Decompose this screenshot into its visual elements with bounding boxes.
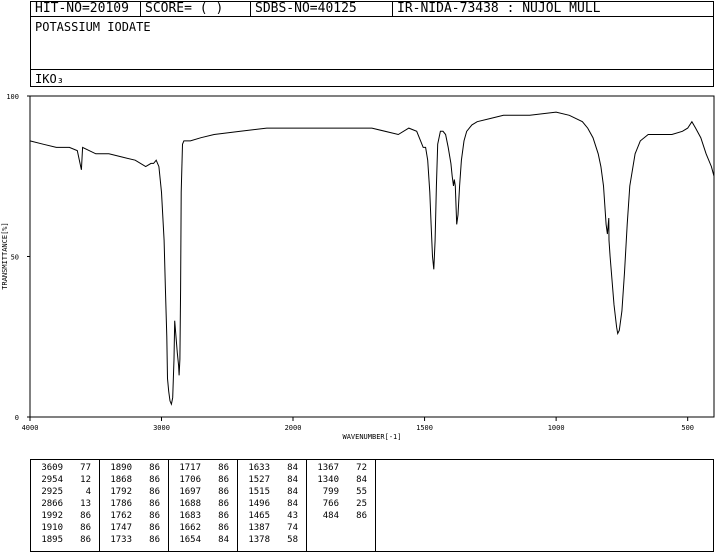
peak-transmittance: 86	[149, 523, 160, 533]
peak-wavenumber: 1747	[110, 523, 132, 533]
peak-transmittance: 25	[356, 499, 367, 509]
hit-number: HIT-NO=20109	[31, 2, 141, 16]
peak-column: 3609 77 2954 12 2925 4 2866 13 1992 86 1910 86 1895 8…	[31, 460, 100, 551]
x-tick-label: 4000	[22, 424, 39, 432]
peak-column: 1890 86 1868 86 1792 86 1786 86 1762 86 1747 86 1733…	[100, 460, 169, 551]
peak-wavenumber: 2866	[41, 499, 63, 509]
peak-wavenumber: 1890	[110, 463, 132, 473]
peak-column: 1633 84 1527 84 1515 84 1496 84 1465 43 1387 74 1378…	[238, 460, 307, 551]
peak-wavenumber: 1340	[317, 475, 339, 485]
x-tick-label: 1000	[548, 424, 565, 432]
peak-column: 1717 86 1706 86 1697 86 1688 86 1683 86 1662 86 1654…	[169, 460, 238, 551]
peak-transmittance: 84	[356, 475, 367, 485]
peak-wavenumber: 1367	[317, 463, 339, 473]
peak-wavenumber: 1895	[41, 535, 63, 545]
peak-wavenumber: 2925	[41, 487, 63, 497]
peak-transmittance: 86	[149, 475, 160, 485]
compound-name: POTASSIUM IODATE	[35, 20, 151, 34]
peak-transmittance: 86	[80, 535, 91, 545]
peak-transmittance: 74	[287, 523, 298, 533]
compound-box: POTASSIUM IODATE	[30, 16, 714, 70]
peak-transmittance: 72	[356, 463, 367, 473]
peak-wavenumber: 3609	[41, 463, 63, 473]
peak-wavenumber: 1717	[179, 463, 201, 473]
peak-wavenumber: 1697	[179, 487, 201, 497]
peak-wavenumber: 1662	[179, 523, 201, 533]
peak-transmittance: 84	[218, 535, 229, 545]
peak-table: 3609 77 2954 12 2925 4 2866 13 1992 86 1910 86 1895 8…	[30, 459, 714, 552]
y-axis-label: TRANSMITTANCE[%]	[1, 222, 9, 289]
peak-wavenumber: 1733	[110, 535, 132, 545]
header-bar: HIT-NO=20109 SCORE= ( ) SDBS-NO=40125 IR…	[30, 1, 714, 17]
peak-transmittance: 55	[356, 487, 367, 497]
peak-wavenumber: 1633	[248, 463, 270, 473]
y-tick-label: 0	[15, 414, 19, 422]
x-tick-label: 500	[681, 424, 694, 432]
x-tick-label: 3000	[153, 424, 170, 432]
peak-transmittance: 43	[287, 511, 298, 521]
peak-wavenumber: 1515	[248, 487, 270, 497]
peak-wavenumber: 1654	[179, 535, 201, 545]
peak-transmittance: 86	[218, 523, 229, 533]
peak-transmittance: 86	[149, 463, 160, 473]
peak-transmittance: 84	[287, 499, 298, 509]
score: SCORE= ( )	[141, 2, 251, 16]
y-tick-label: 50	[11, 254, 19, 262]
peak-transmittance: 58	[287, 535, 298, 545]
peak-transmittance: 86	[218, 475, 229, 485]
peak-wavenumber: 1762	[110, 511, 132, 521]
ir-spectrum-chart: 100500 4000 3000 2000 1500 1000 500 WAVENUMBE…	[1, 93, 715, 441]
peak-wavenumber: 1910	[41, 523, 63, 533]
peak-wavenumber: 1387	[248, 523, 270, 533]
peak-transmittance: 86	[80, 523, 91, 533]
peak-wavenumber: 1683	[179, 511, 201, 521]
peak-wavenumber: 1378	[248, 535, 270, 545]
peak-transmittance: 86	[80, 511, 91, 521]
peak-wavenumber: 1465	[248, 511, 270, 521]
peak-wavenumber: 766	[322, 499, 339, 509]
spectrum-line	[29, 111, 715, 406]
peak-wavenumber: 1786	[110, 499, 132, 509]
molecular-formula: IKO₃	[35, 72, 64, 86]
peak-wavenumber: 1688	[179, 499, 201, 509]
peak-transmittance: 86	[149, 487, 160, 497]
peak-wavenumber: 1706	[179, 475, 201, 485]
y-tick-label: 100	[6, 93, 19, 101]
peak-transmittance: 84	[287, 463, 298, 473]
peak-column: 1367 72 1340 84 799 55 766 25 484 86	[307, 460, 376, 551]
peak-wavenumber: 1992	[41, 511, 63, 521]
peak-wavenumber: 484	[322, 511, 339, 521]
peak-transmittance: 86	[218, 499, 229, 509]
peak-transmittance: 86	[218, 511, 229, 521]
peak-transmittance: 4	[85, 487, 91, 497]
peak-wavenumber: 1496	[248, 499, 270, 509]
peak-transmittance: 86	[149, 511, 160, 521]
ir-nida: IR-NIDA-73438 : NUJOL MULL	[397, 2, 601, 16]
peak-transmittance: 84	[287, 487, 298, 497]
peak-transmittance: 12	[80, 475, 91, 485]
peak-transmittance: 86	[218, 487, 229, 497]
x-axis-label: WAVENUMBER[-1]	[342, 433, 401, 441]
sdbs-number: SDBS-NO=40125	[251, 2, 393, 16]
peak-transmittance: 86	[356, 511, 367, 521]
peak-wavenumber: 799	[322, 487, 339, 497]
peak-transmittance: 84	[287, 475, 298, 485]
plot-frame	[29, 95, 715, 418]
peak-wavenumber: 1792	[110, 487, 132, 497]
peak-wavenumber: 1868	[110, 475, 132, 485]
peak-transmittance: 86	[149, 499, 160, 509]
peak-transmittance: 86	[149, 535, 160, 545]
x-tick-label: 2000	[285, 424, 302, 432]
formula-box: IKO₃	[30, 69, 714, 87]
peak-transmittance: 13	[80, 499, 91, 509]
peak-transmittance: 77	[80, 463, 91, 473]
peak-transmittance: 86	[218, 463, 229, 473]
peak-wavenumber: 1527	[248, 475, 270, 485]
x-tick-label: 1500	[416, 424, 433, 432]
peak-wavenumber: 2954	[41, 475, 63, 485]
